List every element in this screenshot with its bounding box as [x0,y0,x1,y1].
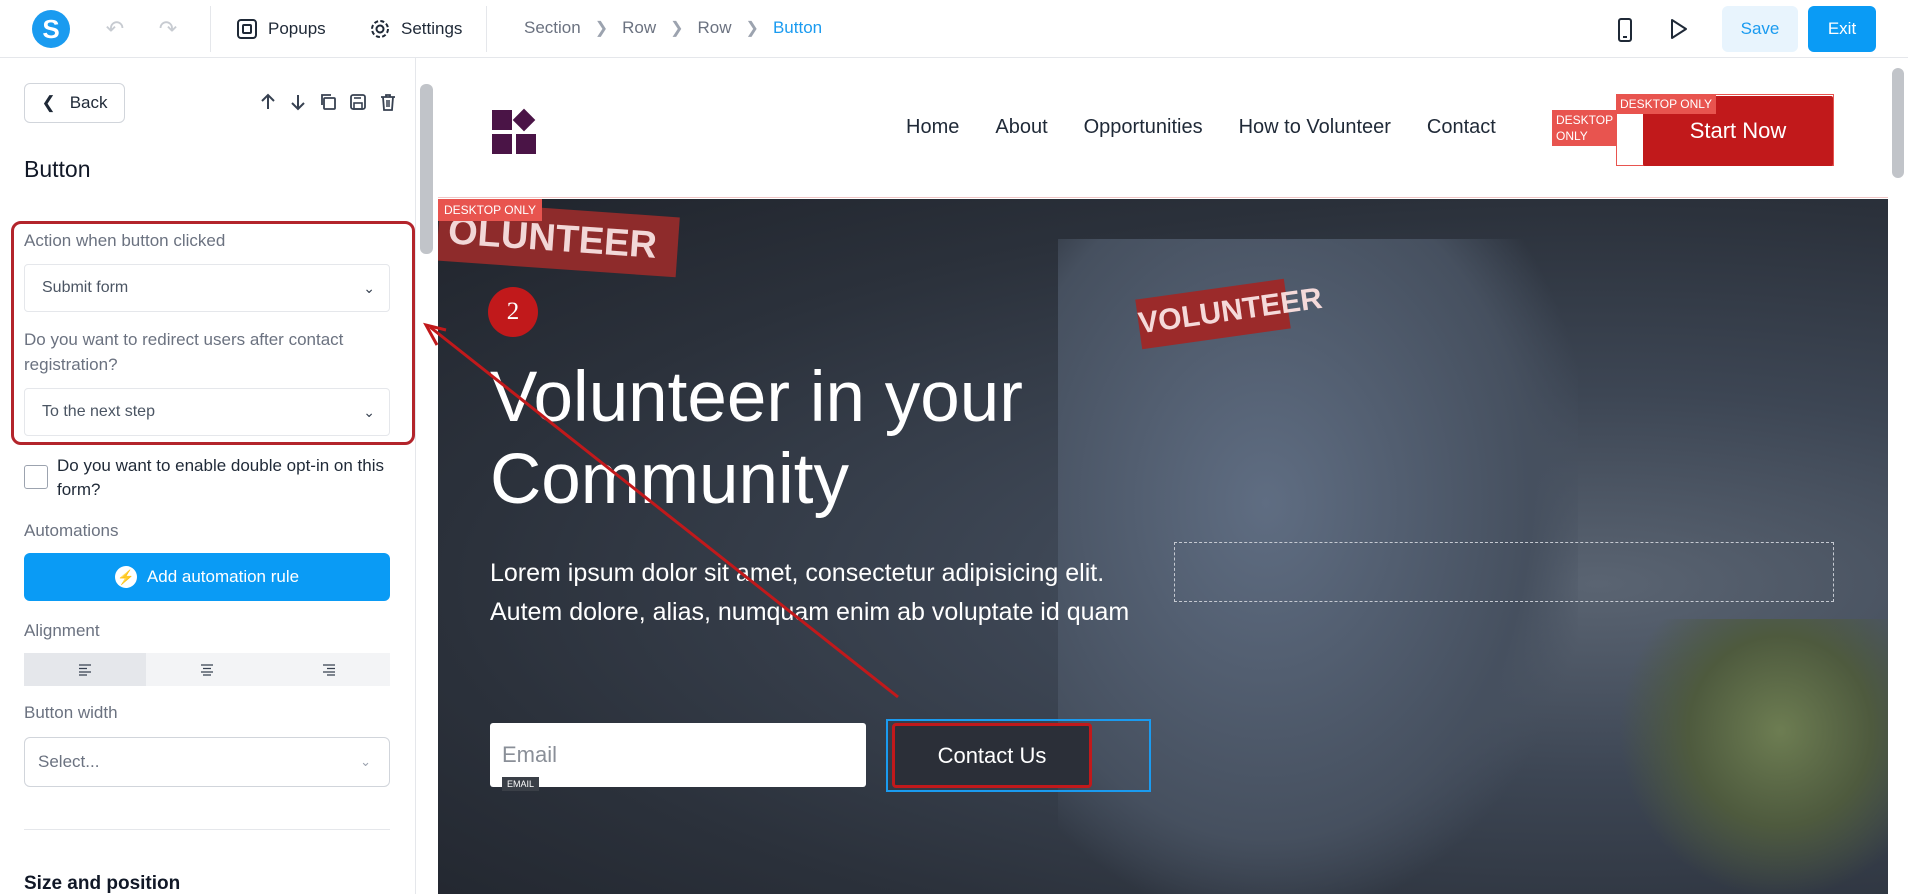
back-label: Back [69,93,108,112]
button-width-placeholder: Select... [38,752,100,771]
properties-sidebar: ❮ Back Button Action when button clicked… [0,58,416,894]
annotation-highlight-box [11,221,415,445]
move-up-icon[interactable] [258,92,278,112]
chevron-right-icon: ❯ [670,20,684,37]
save-button[interactable]: Save [1722,6,1798,52]
email-field-tag: EMAIL [502,777,540,791]
align-right-button[interactable] [268,653,390,686]
chevron-right-icon: ❯ [594,20,609,37]
nav-about[interactable]: About [995,116,1047,139]
desktop-only-badge-line-1: DESKTOP [1556,113,1614,127]
trash-icon[interactable] [378,92,398,112]
popups-label: Popups [268,19,326,38]
scrollbar-thumb[interactable] [1892,68,1904,178]
alignment-label: Alignment [24,621,100,640]
popup-icon [237,19,257,39]
desktop-only-badge-line-2: ONLY [1556,129,1588,143]
breadcrumb: Section ❯ Row ❯ Row ❯ Button [524,18,822,38]
save-template-icon[interactable] [348,92,368,112]
hero-background-produce [1618,619,1888,894]
chevron-right-icon: ❯ [745,20,759,37]
double-optin-label: Do you want to enable double opt-in on t… [57,456,385,499]
toolbar-divider [210,6,211,52]
automations-label: Automations [24,521,119,540]
breadcrumb-section[interactable]: Section [524,18,581,38]
section-divider [24,829,390,830]
align-center-button[interactable] [146,653,268,686]
contact-us-button[interactable]: Contact Us [892,723,1092,788]
panel-title: Button [24,156,91,182]
align-left-icon [79,663,91,676]
nav-opportunities[interactable]: Opportunities [1084,116,1203,139]
double-optin-checkbox[interactable] [24,465,48,489]
redo-icon[interactable]: ↷ [154,15,182,43]
align-left-button[interactable] [24,653,146,686]
button-width-label: Button width [24,703,118,722]
top-toolbar: S ↶ ↷ Popups Settings Section ❯ Row ❯ Ro… [0,0,1908,58]
mobile-preview-icon[interactable] [1614,17,1636,43]
canvas-scrollbar[interactable] [1888,58,1908,894]
size-position-heading: Size and position [24,873,181,894]
nav-how-to-volunteer[interactable]: How to Volunteer [1239,116,1391,139]
undo-icon[interactable]: ↶ [101,15,129,43]
desktop-only-badge: DESKTOP ONLY [1616,94,1717,114]
breadcrumb-row[interactable]: Row [622,18,656,38]
nav-home[interactable]: Home [906,116,959,139]
toolbar-divider [486,6,487,52]
gear-icon [371,20,389,38]
site-nav-links: Home About Opportunities How to Voluntee… [906,116,1496,139]
step-number-marker: 2 [488,287,538,337]
back-button[interactable]: ❮ Back [24,83,125,123]
button-width-select[interactable]: Select... ⌄ [24,737,390,787]
app-logo[interactable]: S [32,10,70,48]
exit-button[interactable]: Exit [1808,6,1876,52]
hero-title[interactable]: Volunteer in your Community [490,357,1190,521]
settings-label: Settings [401,19,463,38]
align-center-icon [201,663,213,676]
play-preview-icon[interactable] [1666,17,1690,41]
add-automation-rule-button[interactable]: ⚡ Add automation rule [24,553,390,601]
hero-description[interactable]: Lorem ipsum dolor sit amet, consectetur … [490,554,1150,632]
editor-canvas: Home About Opportunities How to Voluntee… [438,58,1888,894]
element-actions [258,92,398,112]
empty-drop-zone[interactable] [1174,542,1834,602]
scrollbar-thumb[interactable] [420,84,433,254]
email-input[interactable]: Email [490,723,866,787]
alignment-toggle-group [24,653,390,686]
breadcrumb-row[interactable]: Row [698,18,732,38]
add-automation-label: Add automation rule [146,567,300,586]
popups-button[interactable]: Popups [236,16,326,42]
chevron-down-icon: ⌄ [360,754,371,769]
duplicate-icon[interactable] [318,92,338,112]
bolt-icon: ⚡ [114,566,137,588]
chevron-left-icon: ❮ [41,93,56,112]
site-header: Home About Opportunities How to Voluntee… [438,58,1888,198]
move-down-icon[interactable] [288,92,308,112]
sidebar-scrollbar[interactable] [416,58,438,894]
site-logo [492,108,536,154]
desktop-only-badge: DESKTOP ONLY [1552,110,1618,146]
hero-section: OLUNTEER VOLUNTEER DESKTOP ONLY 2 Volunt… [438,199,1888,894]
settings-button[interactable]: Settings [369,16,462,42]
align-right-icon [323,663,335,676]
desktop-only-badge: DESKTOP ONLY [438,199,543,221]
breadcrumb-button[interactable]: Button [773,18,822,38]
nav-contact[interactable]: Contact [1427,116,1496,139]
